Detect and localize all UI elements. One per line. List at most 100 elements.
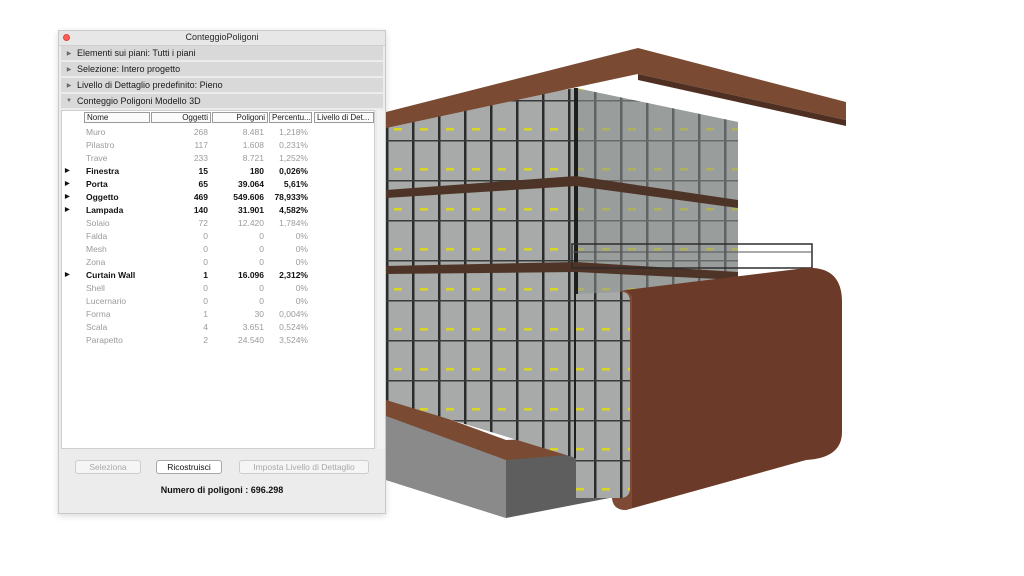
cell-nome: Porta xyxy=(86,179,108,189)
cell-percentuale: 0% xyxy=(295,257,308,267)
cell-oggetti: 140 xyxy=(193,205,208,215)
cell-poligoni: 31.901 xyxy=(238,205,264,215)
cell-percentuale: 0,026% xyxy=(279,166,308,176)
table-row[interactable]: Solaio 72 12.420 1,784% xyxy=(62,216,374,229)
cell-nome: Solaio xyxy=(86,218,110,228)
cell-poligoni: 0 xyxy=(259,244,264,254)
seleziona-button[interactable]: Seleziona xyxy=(75,460,141,474)
table-row[interactable]: ▶ Curtain Wall 1 16.096 2,312% xyxy=(62,268,374,281)
table-row[interactable]: Parapetto 2 24.540 3,524% xyxy=(62,333,374,346)
row-expand-triangle-icon[interactable]: ▶ xyxy=(65,180,73,187)
column-header-poligoni[interactable]: Poligoni xyxy=(212,112,268,123)
cell-oggetti: 0 xyxy=(203,283,208,293)
row-expand-triangle-icon[interactable]: ▶ xyxy=(65,167,73,174)
cell-nome: Parapetto xyxy=(86,335,123,345)
section-elements-on-floors[interactable]: ▶ Elementi sui piani: Tutti i piani xyxy=(61,46,383,60)
table-row[interactable]: Falda 0 0 0% xyxy=(62,229,374,242)
cell-poligoni: 16.096 xyxy=(238,270,264,280)
titlebar: ConteggioPoligoni xyxy=(59,31,385,46)
column-header-livello[interactable]: Livello di Det... xyxy=(314,112,374,123)
cell-poligoni: 8.481 xyxy=(242,127,264,137)
table-row[interactable]: ▶ Oggetto 469 549.606 78,933% xyxy=(62,190,374,203)
cell-nome: Mesh xyxy=(86,244,107,254)
polygon-count-palette: ConteggioPoligoni ▶ Elementi sui piani: … xyxy=(58,30,386,514)
cell-percentuale: 0,004% xyxy=(279,309,308,319)
ricostruisci-button[interactable]: Ricostruisci xyxy=(156,460,222,474)
cell-nome: Lucernario xyxy=(86,296,127,306)
disclosure-down-icon[interactable]: ▼ xyxy=(61,98,77,104)
cell-nome: Curtain Wall xyxy=(86,270,136,280)
column-header-percentuale[interactable]: Percentu... xyxy=(269,112,312,123)
cell-poligoni: 39.064 xyxy=(238,179,264,189)
disclosure-right-icon[interactable]: ▶ xyxy=(61,82,77,89)
table-row[interactable]: ▶ Lampada 140 31.901 4,582% xyxy=(62,203,374,216)
cell-poligoni: 24.540 xyxy=(238,335,264,345)
section-polygon-count[interactable]: ▼ Conteggio Poligoni Modello 3D xyxy=(61,94,383,108)
row-expand-triangle-icon[interactable]: ▶ xyxy=(65,193,73,200)
window-title: ConteggioPoligoni xyxy=(185,32,259,42)
cell-nome: Trave xyxy=(86,153,108,163)
table-row[interactable]: Forma 1 30 0,004% xyxy=(62,307,374,320)
cell-percentuale: 78,933% xyxy=(274,192,308,202)
cell-poligoni: 8.721 xyxy=(242,153,264,163)
table-row[interactable]: ▶ Porta 65 39.064 5,61% xyxy=(62,177,374,190)
cell-oggetti: 2 xyxy=(203,335,208,345)
cell-oggetti: 72 xyxy=(198,218,208,228)
row-expand-triangle-icon[interactable]: ▶ xyxy=(65,206,73,213)
cell-poligoni: 30 xyxy=(254,309,264,319)
cell-oggetti: 15 xyxy=(198,166,208,176)
cell-poligoni: 1.608 xyxy=(242,140,264,150)
cell-nome: Scala xyxy=(86,322,108,332)
disclosure-right-icon[interactable]: ▶ xyxy=(61,50,77,57)
cell-oggetti: 65 xyxy=(198,179,208,189)
cell-poligoni: 180 xyxy=(249,166,264,176)
table-row[interactable]: Shell 0 0 0% xyxy=(62,281,374,294)
row-expand-triangle-icon[interactable]: ▶ xyxy=(65,271,73,278)
cell-nome: Pilastro xyxy=(86,140,115,150)
cell-oggetti: 1 xyxy=(203,309,208,319)
table-row[interactable]: ▶ Finestra 15 180 0,026% xyxy=(62,164,374,177)
section-label: Conteggio Poligoni Modello 3D xyxy=(77,96,201,106)
cell-oggetti: 4 xyxy=(203,322,208,332)
table-row[interactable]: Lucernario 0 0 0% xyxy=(62,294,374,307)
disclosure-right-icon[interactable]: ▶ xyxy=(61,66,77,73)
cell-poligoni: 12.420 xyxy=(238,218,264,228)
table-row[interactable]: Pilastro 117 1.608 0,231% xyxy=(62,138,374,151)
table-row[interactable]: Mesh 0 0 0% xyxy=(62,242,374,255)
cell-oggetti: 469 xyxy=(193,192,208,202)
cell-oggetti: 1 xyxy=(203,270,208,280)
polygon-total-label: Numero di poligoni : 696.298 xyxy=(160,485,284,495)
column-header-nome[interactable]: Nome xyxy=(84,112,150,123)
section-detail-level[interactable]: ▶ Livello di Dettaglio predefinito: Pien… xyxy=(61,78,383,92)
cell-oggetti: 0 xyxy=(203,257,208,267)
cell-poligoni: 0 xyxy=(259,296,264,306)
cell-percentuale: 0% xyxy=(295,296,308,306)
cell-percentuale: 1,252% xyxy=(279,153,308,163)
section-label: Elementi sui piani: Tutti i piani xyxy=(77,48,196,58)
cell-percentuale: 5,61% xyxy=(283,179,308,189)
cell-percentuale: 2,312% xyxy=(279,270,308,280)
cell-percentuale: 1,218% xyxy=(279,127,308,137)
cell-nome: Muro xyxy=(86,127,106,137)
cell-percentuale: 3,524% xyxy=(279,335,308,345)
column-header-oggetti[interactable]: Oggetti xyxy=(151,112,211,123)
table-scrollbar[interactable] xyxy=(377,110,385,449)
section-label: Livello di Dettaglio predefinito: Pieno xyxy=(77,80,223,90)
cell-nome: Lampada xyxy=(86,205,124,215)
table-row[interactable]: Scala 4 3.651 0,524% xyxy=(62,320,374,333)
cell-poligoni: 549.606 xyxy=(233,192,264,202)
table-row[interactable]: Muro 268 8.481 1,218% xyxy=(62,125,374,138)
cell-percentuale: 0% xyxy=(295,231,308,241)
cell-poligoni: 0 xyxy=(259,231,264,241)
cell-nome: Zona xyxy=(86,257,106,267)
cell-percentuale: 4,582% xyxy=(279,205,308,215)
table-row[interactable]: Trave 233 8.721 1,252% xyxy=(62,151,374,164)
cell-nome: Oggetto xyxy=(86,192,119,202)
cell-nome: Forma xyxy=(86,309,111,319)
imposta-livello-button[interactable]: Imposta Livello di Dettaglio xyxy=(239,460,369,474)
section-selection[interactable]: ▶ Selezione: Intero progetto xyxy=(61,62,383,76)
section-label: Selezione: Intero progetto xyxy=(77,64,181,74)
table-row[interactable]: Zona 0 0 0% xyxy=(62,255,374,268)
polygon-count-table: Nome Oggetti Poligoni Percentu... Livell… xyxy=(61,110,375,449)
building-3d-render xyxy=(386,48,846,518)
